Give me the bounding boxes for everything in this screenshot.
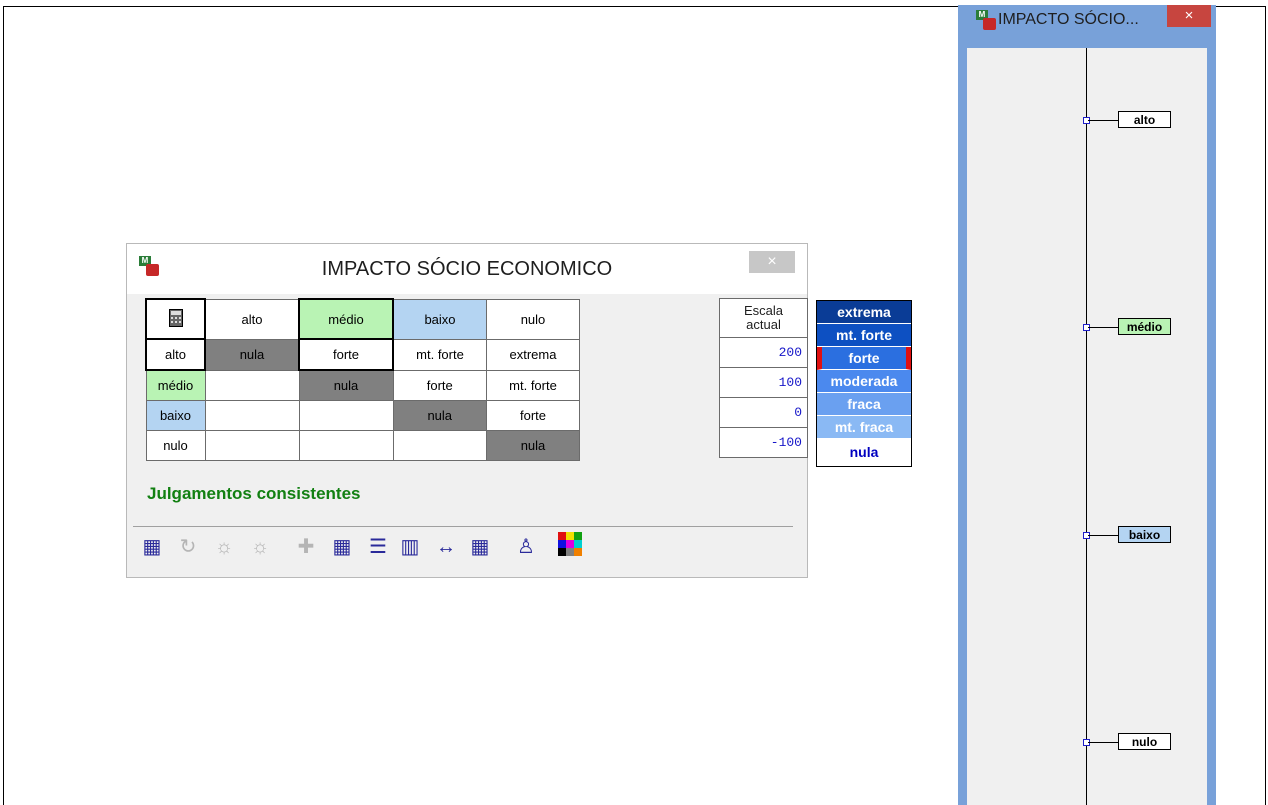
column-header[interactable]: nulo [486,298,580,340]
macbeth-icon[interactable]: ▥ [395,532,425,562]
matrix-cell[interactable]: nula [298,369,394,401]
row-header[interactable]: médio [145,369,206,401]
scale-axis [1086,48,1087,805]
refresh-icon[interactable]: ↻ [173,532,203,562]
diff-icon[interactable]: ▦ [465,532,495,562]
column-header[interactable]: alto [204,298,300,340]
column-header[interactable]: médio [298,298,394,340]
scale-canvas: alto médio baixo nulo [967,48,1207,805]
list-scale-icon[interactable]: ☰ [363,532,393,562]
matrix-dialog: M IMPACTO SÓCIO ECONOMICO × alto médio b… [126,243,912,578]
consistency-status: Julgamentos consistentes [147,484,361,503]
scale-window: M IMPACTO SÓCIO... × alto médio baixo nu… [958,5,1216,805]
matrix-cell[interactable]: forte [486,400,580,431]
interval-icon[interactable]: ↔ [431,532,461,562]
escala-value[interactable]: 0 [719,397,808,428]
level-label[interactable]: médio [1118,318,1171,335]
row-header[interactable]: nulo [145,430,206,461]
person-scale-icon[interactable]: ♙ [511,532,541,562]
matrix-cell[interactable]: nula [204,338,300,371]
scale-item[interactable]: extrema [817,301,911,324]
matrix-cell[interactable] [298,430,394,461]
level-connector [1088,327,1119,328]
escala-header-line1: Escala [743,303,784,318]
scale-item[interactable]: mt. fraca [817,416,911,439]
level-connector [1088,742,1119,743]
level-marker[interactable]: médio [967,317,1207,337]
escala-value[interactable]: 200 [719,337,808,368]
dialog-titlebar: M IMPACTO SÓCIO ECONOMICO × [127,244,807,294]
column-header[interactable]: baixo [392,298,487,340]
level-marker[interactable]: nulo [967,732,1207,752]
calculator-icon[interactable] [145,298,206,340]
grid-export-icon[interactable]: ▦ [327,532,357,562]
matrix-cell[interactable]: nula [392,400,487,431]
add-group-icon[interactable]: ✚ [291,532,321,562]
row-header[interactable]: baixo [145,400,206,431]
matrix-cell[interactable] [204,400,300,431]
escala-actual-column: Escala actual 200 100 0 -100 [719,298,808,458]
escala-value[interactable]: 100 [719,367,808,398]
ok-check-grid-icon[interactable]: ▦ [137,532,167,562]
matrix-cell[interactable]: mt. forte [486,369,580,401]
app-icon: M [976,10,998,32]
matrix-cell[interactable] [298,400,394,431]
matrix-cell[interactable] [392,430,487,461]
level-label[interactable]: baixo [1118,526,1171,543]
close-button[interactable]: × [1167,5,1211,27]
level-label[interactable]: nulo [1118,733,1171,750]
lightbulb-icon[interactable]: ☼ [209,532,239,562]
escala-header: Escala actual [719,298,808,338]
close-button[interactable]: × [749,251,795,273]
dialog-title: IMPACTO SÓCIO ECONOMICO [321,258,613,280]
escala-value[interactable]: -100 [719,427,808,458]
toolbar: ▦ ↻ ☼ ☼ ✚ ▦ ☰ ▥ ↔ ▦ ♙ [133,526,793,567]
color-palette-icon[interactable] [555,532,585,562]
frame-right [1265,6,1266,805]
matrix-cell[interactable]: nula [486,430,580,461]
escala-header-line2: actual [746,317,781,332]
level-connector [1088,535,1119,536]
matrix-cell[interactable]: forte [298,338,394,371]
level-marker[interactable]: baixo [967,525,1207,545]
lightbulb-ok-icon[interactable]: ☼ [245,532,275,562]
matrix-cell[interactable] [204,369,300,401]
frame-top [3,6,958,7]
scale-window-title: IMPACTO SÓCIO... [998,11,1139,28]
matrix-cell[interactable]: mt. forte [392,338,487,371]
scale-item[interactable]: moderada [817,370,911,393]
scale-item[interactable]: nula [817,439,911,466]
frame-left [3,6,4,805]
level-marker[interactable]: alto [967,110,1207,130]
frame-top-right [1216,6,1266,7]
semantic-scale: extrema mt. forte forte moderada fraca m… [816,300,912,467]
scale-item[interactable]: fraca [817,393,911,416]
judgement-matrix: alto médio baixo nulo alto nula forte mt… [145,298,580,461]
level-label[interactable]: alto [1118,111,1171,128]
level-connector [1088,120,1119,121]
scale-item-selected[interactable]: forte [817,347,911,370]
matrix-cell[interactable] [204,430,300,461]
matrix-cell[interactable]: forte [392,369,487,401]
scale-item[interactable]: mt. forte [817,324,911,347]
matrix-cell[interactable]: extrema [486,338,580,371]
row-header[interactable]: alto [145,338,206,371]
